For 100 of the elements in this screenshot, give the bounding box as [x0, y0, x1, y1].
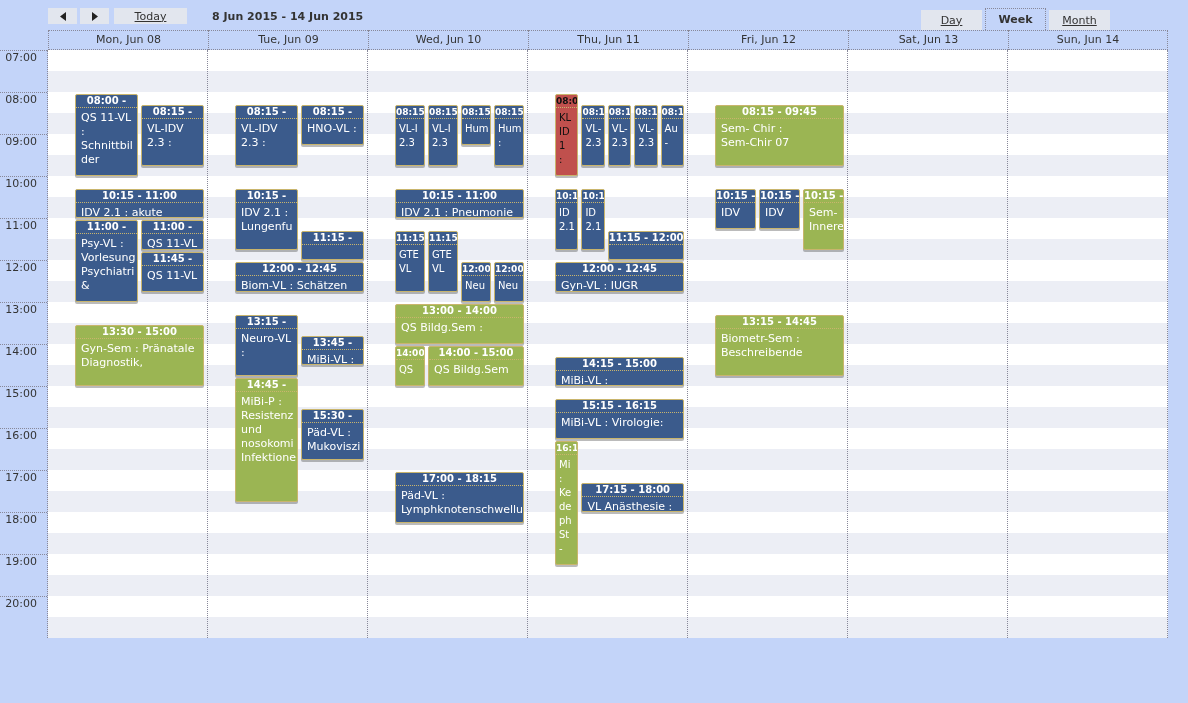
hour-label: 12:00 — [5, 261, 37, 274]
event-title: Gyn-Sem : Pränatale Diagnostik, — [80, 341, 196, 370]
event-block[interactable]: 11:15 - — [301, 230, 364, 260]
event-time: 12:00 — [462, 263, 490, 276]
event-block[interactable]: 11:45 - QS 11-VL — [141, 251, 204, 292]
event-block[interactable]: 10:15 - IDV 2.1 : Lungenfu — [235, 188, 298, 250]
event-title: VL-IDV 2.3 : — [240, 120, 279, 150]
event-title: Päd-VL : Mukoviszi — [306, 425, 362, 454]
event-title: MiBi-VL : Virologie: — [560, 414, 665, 430]
event-time: 15:15 - 16:15 — [556, 399, 683, 413]
view-tab[interactable]: Month — [1049, 10, 1110, 30]
event-title: Neu — [464, 279, 486, 293]
event-block[interactable]: 08:1 VL- 2.3 — [634, 104, 658, 166]
event-time: 16:1 — [556, 441, 578, 455]
event-title: VL-IDV 2.3 : — [146, 120, 185, 150]
event-title: QS 11-VL : Schnittbil der — [80, 110, 134, 167]
event-title: Päd-VL : Lymphknotenschwellu — [400, 488, 523, 517]
event-block[interactable]: 13:45 - MiBi-VL : — [301, 335, 364, 365]
event-time: 08:15 - 09:45 — [716, 105, 843, 119]
event-block[interactable]: 08:15 - VL-IDV 2.3 : — [141, 104, 204, 166]
event-time: 11:15 - 12:00 — [608, 231, 683, 245]
event-block[interactable]: 10:1 ID 2.1 — [581, 188, 605, 250]
event-block[interactable]: 08:15 Hum — [461, 104, 491, 145]
event-title: VL Anästhesie : — [586, 498, 674, 511]
event-block[interactable]: 15:30 - Päd-VL : Mukoviszi — [301, 409, 364, 460]
event-title: Gyn-VL : IUGR — [560, 278, 640, 291]
event-block[interactable]: 10:15 - 11:00 IDV 2.1 : Pneumonie — [395, 188, 524, 218]
event-block[interactable]: 11:15 GTE VL — [395, 230, 425, 292]
event-block[interactable]: 08:15 - VL-IDV 2.3 : — [235, 104, 298, 166]
date-range: 8 Jun 2015 - 14 Jun 2015 — [212, 9, 364, 23]
event-block[interactable]: 12:00 Neu — [461, 262, 491, 302]
event-block[interactable]: 10:15 - 11:00 IDV 2.1 : akute — [75, 188, 204, 218]
event-block[interactable]: 08:1 VL- 2.3 — [581, 104, 605, 166]
event-title: QS 11-VL — [146, 236, 199, 249]
event-title: GTE VL — [431, 247, 453, 276]
event-time: 08:15 — [396, 105, 424, 119]
event-title: Neuro-VL : — [240, 330, 293, 360]
event-block[interactable]: 11:15 - 12:00 — [607, 230, 684, 260]
event-block[interactable]: 11:15 GTE VL — [428, 230, 458, 292]
event-title: VL- 2.3 — [610, 121, 629, 150]
event-block[interactable]: 08:1 VL- 2.3 — [607, 104, 632, 166]
event-time: 10:15 - — [760, 189, 799, 203]
event-block[interactable]: 08:00 - QS 11-VL : Schnittbil der — [75, 94, 138, 176]
event-block[interactable]: 08:15 - HNO-VL : — [301, 104, 364, 145]
event-block[interactable]: 12:00 - 12:45 Biom-VL : Schätzen — [235, 262, 364, 292]
event-block[interactable]: 13:15 - Neuro-VL : — [235, 314, 298, 376]
event-block[interactable]: 08:1 Au - — [660, 104, 684, 166]
event-block[interactable]: 11:00 - QS 11-VL — [141, 220, 204, 250]
event-time: 08:15 - — [302, 105, 363, 119]
event-block[interactable]: 12:00 Neu — [494, 262, 524, 302]
hour-label: 19:00 — [5, 555, 37, 568]
event-block[interactable]: 11:00 - Psy-VL : Vorlesung Psychiatri & — [75, 220, 138, 302]
event-block[interactable]: 08:0 KL ID 1 : — [555, 94, 579, 176]
event-title: HNO-VL : — [306, 120, 358, 136]
next-button[interactable] — [80, 8, 109, 24]
event-block[interactable]: 14:15 - 15:00 MiBi-VL : — [555, 356, 684, 386]
event-time: 11:15 — [429, 231, 457, 245]
event-block[interactable]: 08:15 Hum : — [494, 104, 524, 166]
event-block[interactable]: 10:15 - IDV — [715, 188, 756, 229]
event-title: VL- 2.3 — [584, 121, 603, 150]
previous-button[interactable] — [48, 8, 77, 24]
event-block[interactable]: 08:15 VL-I 2.3 — [428, 104, 458, 166]
event-block[interactable]: 10:15 - IDV — [759, 188, 800, 229]
event-title: Biometr-Sem : Beschreibende — [720, 330, 804, 360]
event-title: KL ID 1 : — [558, 111, 573, 167]
event-title: QS Bildg.Sem — [433, 362, 510, 377]
event-time: 08:15 — [462, 105, 490, 119]
right-triangle-icon — [91, 11, 98, 21]
event-time: 13:15 - — [236, 315, 297, 329]
event-title: QS — [398, 363, 415, 377]
event-title: QS Bildg.Sem : — [400, 320, 484, 335]
today-button[interactable]: Today — [114, 8, 187, 24]
view-tab[interactable]: Day — [921, 10, 982, 30]
event-title: Mi : Ke de ph St - — [558, 457, 573, 556]
event-title: VL-I 2.3 — [431, 121, 452, 150]
event-block[interactable]: 10:1 ID 2.1 — [555, 188, 579, 250]
event-time: 12:00 - 12:45 — [236, 263, 363, 276]
event-time: 14:00 — [396, 347, 424, 360]
event-block[interactable]: 17:00 - 18:15 Päd-VL : Lymphknotenschwellu — [395, 472, 524, 523]
event-block[interactable]: 08:15 VL-I 2.3 — [395, 104, 425, 166]
event-time: 13:00 - 14:00 — [396, 305, 523, 318]
event-time: 12:00 - 12:45 — [556, 263, 683, 276]
hour-label: 14:00 — [5, 345, 37, 358]
view-tab[interactable]: Week — [985, 8, 1046, 30]
event-time: 17:00 - 18:15 — [396, 473, 523, 486]
event-title: ID 2.1 — [558, 205, 576, 234]
event-title: IDV — [764, 204, 786, 220]
event-block[interactable]: 15:15 - 16:15 MiBi-VL : Virologie: — [555, 398, 684, 439]
event-title: IDV 2.1 : Lungenfu — [240, 204, 294, 234]
event-time: 08:00 - — [76, 95, 137, 108]
event-time: 15:30 - — [302, 410, 363, 423]
hour-label: 17:00 — [5, 471, 37, 484]
event-block[interactable]: 12:00 - 12:45 Gyn-VL : IUGR — [555, 262, 684, 292]
event-time: 08:15 — [495, 105, 523, 119]
event-block[interactable]: 17:15 - 18:00 VL Anästhesie : — [581, 482, 684, 512]
event-time: 10:15 - — [236, 189, 297, 203]
event-time: 08:15 - — [236, 105, 297, 119]
event-time: 10:15 - 11:00 — [396, 189, 523, 203]
event-title: QS 11-VL — [146, 267, 199, 283]
event-title: Neu — [497, 279, 519, 293]
